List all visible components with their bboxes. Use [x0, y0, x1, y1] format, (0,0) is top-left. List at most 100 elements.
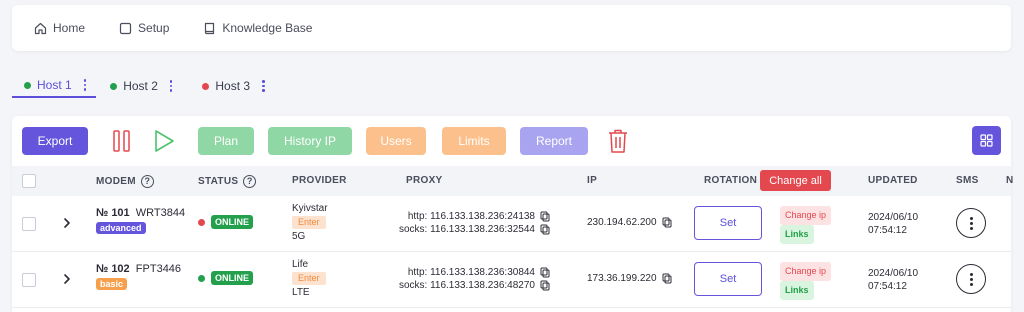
enter-button[interactable]: Enter — [292, 272, 326, 285]
network-type: 5G — [292, 231, 306, 242]
users-button[interactable]: Users — [366, 127, 426, 155]
change-all-button[interactable]: Change all — [760, 170, 831, 191]
modem-tag: advanced — [96, 222, 146, 234]
modem-number: № 101 — [96, 207, 130, 219]
provider-cell: Life Enter LTE — [292, 258, 326, 299]
change-ip-button[interactable]: Change ip — [780, 262, 832, 281]
play-icon — [155, 130, 174, 152]
proxy-http: http: 116.133.138.236:30844 — [407, 267, 535, 278]
copy-icon[interactable] — [540, 211, 550, 222]
col-more-label: N — [1006, 175, 1014, 186]
copy-icon[interactable] — [662, 273, 672, 284]
col-sms: SMS — [956, 175, 979, 186]
enter-button[interactable]: Enter — [292, 216, 326, 229]
modems-panel: Export Plan History IP Users Limits Repo… — [12, 116, 1014, 312]
report-button[interactable]: Report — [520, 127, 588, 155]
updated-date: 2024/06/10 — [868, 212, 919, 223]
export-button[interactable]: Export — [22, 127, 88, 155]
table-header: MODEM ? STATUS ? PROVIDER PROXY IP ROTAT… — [12, 166, 1014, 196]
status-dot — [198, 218, 205, 226]
provider-cell: Kyivstar Enter 5G — [292, 202, 328, 243]
expand-row-button[interactable] — [62, 217, 72, 232]
copy-icon[interactable] — [662, 217, 672, 228]
modem-number: № 102 — [96, 263, 130, 275]
col-sms-label: SMS — [956, 175, 979, 186]
home-icon — [34, 22, 47, 34]
tab-host-2-label: Host 2 — [123, 79, 158, 93]
select-all-checkbox[interactable] — [22, 174, 36, 188]
tab-host-3[interactable]: Host 3 — [190, 74, 274, 98]
pause-button[interactable] — [110, 127, 134, 155]
chevron-right-icon — [64, 274, 70, 284]
status-cell: ONLINE — [198, 271, 254, 285]
copy-icon[interactable] — [540, 280, 550, 291]
nav-home-label: Home — [53, 21, 86, 35]
plan-button[interactable]: Plan — [198, 127, 254, 155]
copy-icon[interactable] — [540, 267, 550, 278]
ip-cell: 173.36.199.220 — [587, 273, 672, 284]
modem-code: WRT3844 — [135, 207, 186, 219]
col-proxy-label: PROXY — [406, 175, 443, 186]
nav-knowledge-base[interactable]: Knowledge Base — [203, 21, 312, 35]
table-row: № 101 WRT3844 advanced ONLINE Kyivstar E… — [12, 196, 1011, 252]
sms-menu-button[interactable] — [956, 264, 986, 294]
chevron-right-icon — [64, 218, 70, 228]
col-more: N — [1006, 175, 1014, 186]
help-icon[interactable]: ? — [243, 175, 257, 188]
history-ip-button[interactable]: History IP — [268, 127, 352, 155]
status-dot — [202, 82, 210, 90]
links-button[interactable]: Links — [780, 281, 814, 300]
links-button[interactable]: Links — [780, 225, 814, 244]
nav-setup-label: Setup — [138, 21, 170, 35]
status-badge: ONLINE — [211, 215, 254, 229]
trash-icon — [609, 129, 627, 153]
row-checkbox[interactable] — [22, 217, 36, 231]
more-vertical-icon[interactable] — [262, 80, 265, 92]
col-ip: IP — [587, 175, 597, 186]
square-icon — [119, 22, 132, 34]
rotation-actions: Change ip Links — [780, 262, 832, 300]
status-cell: ONLINE — [198, 215, 254, 229]
delete-button[interactable] — [606, 127, 630, 155]
tab-host-1-label: Host 1 — [37, 78, 72, 92]
sms-menu-button[interactable] — [956, 208, 986, 238]
updated-cell: 2024/06/10 07:54:12 — [868, 211, 918, 237]
host-tabs: Host 1 Host 2 Host 3 — [12, 74, 275, 100]
nav-knowledge-base-label: Knowledge Base — [222, 21, 313, 35]
modem-cell: № 101 WRT3844 advanced — [96, 207, 185, 234]
play-button[interactable] — [152, 127, 176, 155]
proxy-cell: http: 116.133.138.236:24138 socks: 116.1… — [399, 210, 550, 236]
ip-cell: 230.194.62.200 — [587, 217, 672, 228]
book-icon — [205, 22, 215, 34]
tab-host-1[interactable]: Host 1 — [12, 74, 97, 98]
help-icon[interactable]: ? — [140, 175, 154, 188]
copy-icon[interactable] — [540, 224, 550, 235]
proxy-http: http: 116.133.138.236:24138 — [407, 211, 535, 222]
col-updated-label: UPDATED — [868, 175, 918, 186]
col-status: STATUS ? — [198, 175, 257, 188]
expand-row-button[interactable] — [62, 273, 72, 288]
more-vertical-icon[interactable] — [83, 79, 87, 91]
proxy-socks: socks: 116.133.138.236:32544 — [398, 224, 535, 235]
tab-host-3-label: Host 3 — [215, 79, 251, 93]
tab-host-2[interactable]: Host 2 — [98, 74, 182, 98]
ip-address: 173.36.199.220 — [587, 273, 657, 284]
status-dot — [110, 82, 118, 90]
row-checkbox[interactable] — [22, 273, 36, 287]
nav-setup[interactable]: Setup — [119, 21, 169, 35]
provider-name: Kyivstar — [292, 203, 328, 214]
modem-tag: basic — [96, 278, 128, 290]
set-rotation-button[interactable]: Set — [694, 262, 762, 296]
col-provider: PROVIDER — [292, 175, 347, 186]
toolbar: Export Plan History IP Users Limits Repo… — [22, 126, 648, 156]
col-rotation: ROTATION — [704, 175, 757, 186]
col-modem: MODEM ? — [96, 175, 154, 188]
change-ip-button[interactable]: Change ip — [780, 206, 832, 225]
col-modem-label: MODEM — [96, 176, 136, 187]
limits-button[interactable]: Limits — [442, 127, 506, 155]
more-vertical-icon[interactable] — [169, 80, 173, 92]
nav-home[interactable]: Home — [34, 21, 85, 35]
set-rotation-button[interactable]: Set — [694, 206, 762, 240]
rotation-actions: Change ip Links — [780, 206, 832, 244]
grid-view-button[interactable] — [972, 126, 1001, 155]
